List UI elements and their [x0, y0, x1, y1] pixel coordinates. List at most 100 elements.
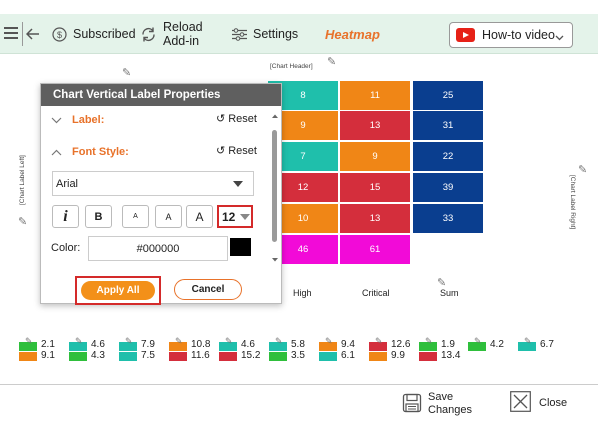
heatmap-cell[interactable]: 13	[340, 111, 410, 140]
legend-value-top: 10.8	[191, 339, 211, 350]
legend-value-top: 1.9	[441, 339, 455, 350]
menu-icon[interactable]	[4, 27, 18, 39]
chart-label-left[interactable]: [Chart Label Left]	[19, 155, 26, 205]
label-section-title: Label:	[72, 114, 105, 126]
legend-value-bottom: 6.1	[341, 350, 355, 361]
youtube-icon	[456, 28, 475, 42]
heatmap-cell[interactable]: 39	[413, 173, 483, 202]
legend-edit-pencil-icon[interactable]: ✎	[125, 337, 133, 346]
color-hex-input[interactable]: #000000	[88, 236, 228, 261]
legend-swatch	[169, 352, 187, 361]
chevron-down-icon	[555, 30, 564, 44]
dialog-scrollbar[interactable]	[271, 112, 279, 265]
font-size-medium-button[interactable]: A	[155, 205, 182, 228]
chevron-up-icon	[51, 149, 62, 155]
heatmap-cell[interactable]: 33	[413, 204, 483, 233]
legend-edit-pencil-icon[interactable]: ✎	[474, 337, 482, 346]
label-section-toggle[interactable]: Label:	[51, 112, 104, 128]
undo-icon: ↺	[216, 145, 226, 157]
legend-edit-pencil-icon[interactable]: ✎	[524, 337, 532, 346]
label-reset-button[interactable]: ↺ Reset	[216, 112, 257, 126]
legend-item[interactable]: ✎ 10.8 11.6	[169, 337, 215, 362]
howto-label: How-to video	[482, 28, 555, 42]
legend-item[interactable]: ✎ 1.9 13.4	[419, 337, 465, 362]
legend-swatch	[269, 352, 287, 361]
legend-edit-pencil-icon[interactable]: ✎	[225, 337, 233, 346]
legend-item[interactable]: ✎ 4.2	[468, 337, 514, 362]
edit-left-label-pencil-icon[interactable]: ✎	[18, 217, 27, 228]
legend-value-top: 2.1	[41, 339, 55, 350]
font-size-value: 12	[222, 209, 236, 224]
legend-value-bottom: 9.1	[41, 350, 55, 361]
italic-button[interactable]: i	[52, 205, 79, 228]
legend-edit-pencil-icon[interactable]: ✎	[25, 337, 33, 346]
heatmap-cell[interactable]: 13	[340, 204, 410, 233]
heatmap-cell[interactable]: 9	[340, 142, 410, 171]
heatmap-cell[interactable]: 15	[340, 173, 410, 202]
chart-header[interactable]: [Chart Header]	[270, 63, 313, 70]
legend-value-top: 4.6	[91, 339, 105, 350]
heatmap-cell[interactable]: 11	[340, 81, 410, 110]
legend-edit-pencil-icon[interactable]: ✎	[75, 337, 83, 346]
back-icon[interactable]	[26, 14, 40, 54]
legend-edit-pencil-icon[interactable]: ✎	[375, 337, 383, 346]
cancel-button[interactable]: Cancel	[174, 279, 242, 300]
legend-item[interactable]: ✎ 4.6 15.2	[219, 337, 265, 362]
bold-button[interactable]: B	[85, 205, 112, 228]
column-label-high: High	[293, 288, 312, 298]
color-label: Color:	[51, 242, 81, 254]
heatmap-cell[interactable]: 61	[340, 235, 410, 264]
scrollbar-thumb[interactable]	[272, 130, 277, 242]
column-label-critical: Critical	[362, 288, 390, 298]
legend-item[interactable]: ✎ 5.8 3.5	[269, 337, 315, 362]
font-style-reset-button[interactable]: ↺ Reset	[216, 144, 257, 158]
chart-vertical-label-properties-dialog: Chart Vertical Label Properties Label: ↺…	[40, 83, 282, 305]
legend-edit-pencil-icon[interactable]: ✎	[175, 337, 183, 346]
font-size-small-button[interactable]: A	[122, 205, 149, 228]
scroll-up-arrow-icon[interactable]	[271, 113, 279, 119]
font-style-section-title: Font Style:	[72, 146, 129, 158]
legend-item[interactable]: ✎ 4.6 4.3	[69, 337, 115, 362]
font-size-select[interactable]: 12	[217, 205, 253, 228]
reload-label-line2: Add-in	[163, 34, 200, 48]
save-label-line1: Save	[428, 391, 454, 403]
font-family-select[interactable]: Arial	[52, 171, 254, 196]
subscribed-button[interactable]: $ Subscribed	[52, 14, 136, 54]
legend-edit-pencil-icon[interactable]: ✎	[325, 337, 333, 346]
reload-label-line1: Reload	[163, 20, 203, 34]
heatmap-cell[interactable]: 22	[413, 142, 483, 171]
edit-pencil-icon[interactable]: ✎	[122, 68, 131, 79]
legend-edit-pencil-icon[interactable]: ✎	[425, 337, 433, 346]
dropdown-caret-icon	[233, 181, 243, 187]
close-button[interactable]: Close	[510, 391, 567, 415]
footer-divider	[0, 384, 598, 385]
dialog-title: Chart Vertical Label Properties	[41, 84, 281, 106]
legend-item[interactable]: ✎ 12.6 9.9	[369, 337, 415, 362]
reload-addin-button[interactable]: Reload Add-in	[140, 14, 203, 54]
close-label: Close	[539, 397, 568, 409]
column-label-sum: Sum	[440, 288, 459, 298]
font-style-section-toggle[interactable]: Font Style:	[51, 144, 129, 160]
color-swatch[interactable]	[230, 238, 251, 256]
heatmap-cell[interactable]: 25	[413, 81, 483, 110]
edit-header-pencil-icon[interactable]: ✎	[327, 57, 336, 68]
font-size-large-button[interactable]: A	[186, 205, 213, 228]
toolbar-divider	[22, 22, 23, 46]
legend-item[interactable]: ✎ 6.7	[518, 337, 564, 362]
legend-value-bottom: 7.5	[141, 350, 155, 361]
heatmap-cell[interactable]: 31	[413, 111, 483, 140]
legend-value-bottom: 15.2	[241, 350, 261, 361]
legend-item[interactable]: ✎ 2.1 9.1	[19, 337, 65, 362]
howto-video-dropdown[interactable]: How-to video	[449, 22, 573, 48]
apply-all-button[interactable]: Apply All	[81, 281, 155, 300]
legend-item[interactable]: ✎ 7.9 7.5	[119, 337, 165, 362]
edit-right-label-pencil-icon[interactable]: ✎	[578, 165, 587, 176]
legend-item[interactable]: ✎ 9.4 6.1	[319, 337, 365, 362]
scroll-down-arrow-icon[interactable]	[271, 257, 279, 263]
legend-value-bottom: 4.3	[91, 350, 105, 361]
chart-label-right[interactable]: [Chart Label Right]	[569, 175, 576, 229]
legend-edit-pencil-icon[interactable]: ✎	[275, 337, 283, 346]
legend-value-top: 9.4	[341, 339, 355, 350]
save-changes-button[interactable]: Save Changes	[402, 391, 472, 417]
settings-button[interactable]: Settings	[232, 14, 298, 54]
